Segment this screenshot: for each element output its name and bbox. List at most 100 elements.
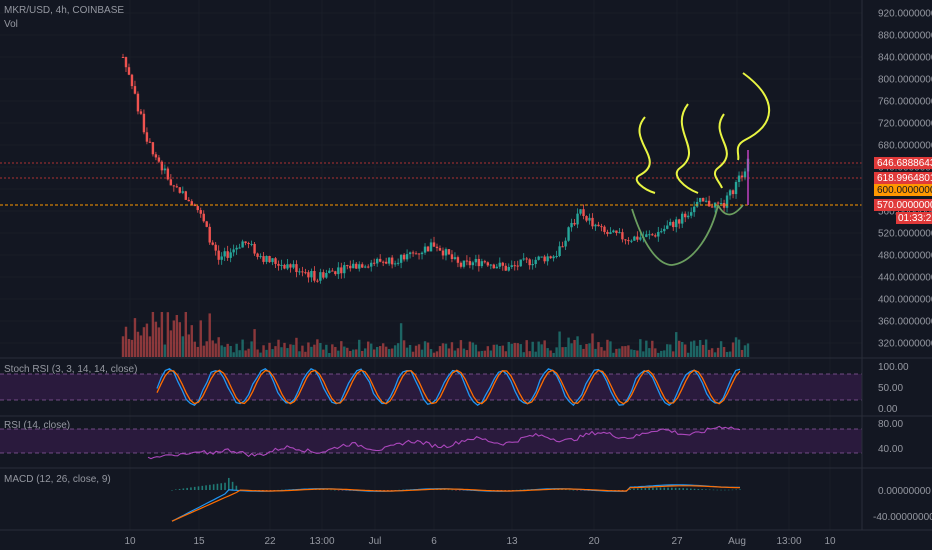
volume-title[interactable]: Vol [4,19,18,30]
time-tick: Jul [369,536,382,547]
volume-bar [411,351,415,357]
volume-bar [214,343,217,357]
symbol-title[interactable]: MKR/USD, 4h, COINBASE [4,5,124,16]
volume-bar [555,347,558,357]
volume-bar [262,345,265,357]
macd-hist-bar [629,488,631,490]
candle-body [340,267,343,274]
candle-body [346,265,349,267]
volume-bar [361,350,364,357]
rsi-title[interactable]: RSI (14, close) [4,420,70,431]
macd-title[interactable]: MACD (12, 26, close, 9) [4,474,111,485]
volume-bar [307,342,310,357]
volume-bar [244,350,247,357]
candle-body [238,247,241,249]
candle-body [459,262,463,267]
candle-body [549,256,552,259]
label-646: 646.68886436 [877,158,932,169]
volume-bar [531,341,534,357]
volume-bar [199,320,202,357]
candle-body [133,86,137,94]
macd-hist-bar [655,487,658,490]
volume-bar [669,344,672,357]
candle-body [277,263,280,266]
time-tick: 10 [824,536,836,547]
macd-hist-bar [682,488,684,490]
macd-hist-bar [663,487,666,490]
volume-bar [271,349,274,357]
macd-hist-bar [224,482,226,490]
candle-body [528,259,531,266]
volume-bar [471,342,475,357]
chart-canvas[interactable]: 920.00000000 880.00000000 840.00000000 800.… [0,0,932,550]
candle-body [474,258,478,263]
volume-bar [543,340,546,357]
candle-body [375,258,379,264]
candle-body [731,190,735,195]
volume-bar [684,344,687,357]
macd-hist-bar [216,483,219,490]
macd-hist-bar [212,484,215,490]
volume-bar [229,345,232,357]
time-tick: 27 [671,536,683,547]
candle-body [202,213,205,222]
volume-bar [597,342,600,357]
candle-body [546,256,549,262]
volume-bar [441,343,445,357]
candle-body [630,240,633,242]
candle-body [678,219,681,224]
candle-body [570,222,573,228]
time-tick: 22 [264,536,276,547]
candle-body [334,271,337,275]
volume-bar [642,351,645,357]
volume-bar [429,349,433,357]
volume-bar [483,350,487,357]
volume-bar [190,325,193,357]
time-tick: 10 [124,536,136,547]
candle-body [597,224,600,227]
macd-hist-bar [197,486,200,490]
volume-bar [277,339,280,357]
candle-body [271,258,274,263]
macd-hist-bar [652,487,654,490]
candle-body [555,256,558,258]
macd-hist-bar [693,488,696,490]
candle-body [313,271,316,281]
candle-body [639,237,642,240]
volume-bar [223,346,226,357]
stoch-title[interactable]: Stoch RSI (3, 3, 14, 14, close) [4,364,137,375]
volume-bar [722,347,726,357]
candle-body [325,272,328,278]
candle-body [145,132,149,142]
macd-hist-bar [334,489,336,491]
candle-body [507,266,510,271]
candle-body [435,246,439,249]
price-tick: 440.00000000 [878,273,932,284]
volume-bar [633,350,636,357]
volume-bar [435,351,439,357]
volume-bar [163,344,167,357]
volume-bar [256,349,259,357]
macd-hist-bar [671,487,673,490]
volume-bar [660,350,663,357]
volume-bar [707,349,711,357]
price-tick: 840.00000000 [878,53,932,64]
candle-body [265,255,268,262]
candle-body [707,200,711,207]
price-tick: 320.00000000 [878,339,932,350]
volume-bar [615,348,618,357]
volume-bar [561,347,564,357]
volume-bar [528,351,531,357]
candle-body [489,264,493,266]
volume-bar [689,341,693,357]
volume-bar [540,344,543,357]
candle-body [645,234,648,237]
candle-body [444,249,448,256]
candle-body [492,264,496,269]
volume-bar [639,339,642,357]
volume-bar [731,342,735,357]
volume-bar [355,349,358,357]
candle-body [384,261,388,264]
volume-bar [740,349,744,357]
candle-body [609,232,612,234]
